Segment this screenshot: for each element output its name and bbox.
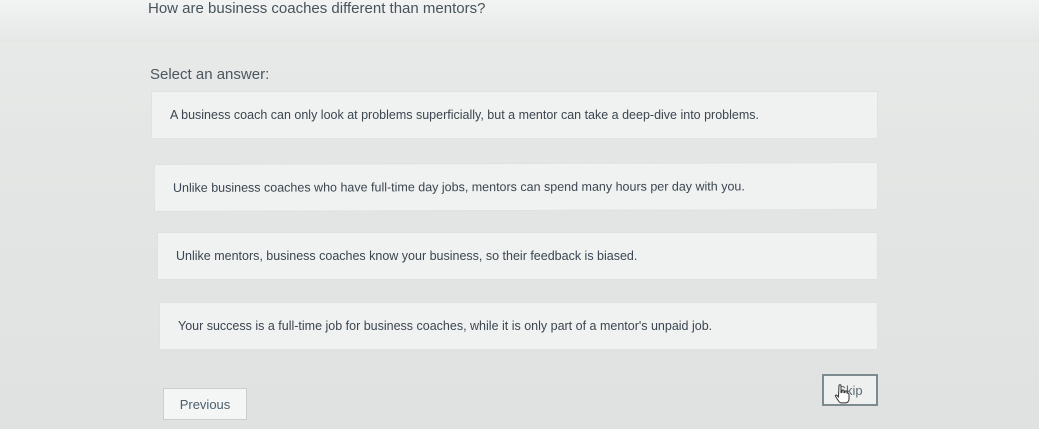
answer-option-label: Unlike business coaches who have full-ti…	[173, 179, 745, 195]
question-text: How are business coaches different than …	[148, 0, 486, 17]
previous-button[interactable]: Previous	[163, 388, 247, 420]
answer-option-3[interactable]: Unlike mentors, business coaches know yo…	[158, 233, 877, 279]
answer-option-4[interactable]: Your success is a full-time job for busi…	[160, 303, 877, 349]
answer-option-label: A business coach can only look at proble…	[170, 108, 759, 122]
skip-button[interactable]: Skip	[822, 374, 878, 406]
answer-option-label: Your success is a full-time job for busi…	[178, 319, 713, 333]
select-answer-label: Select an answer:	[150, 66, 270, 83]
answer-option-label: Unlike mentors, business coaches know yo…	[176, 249, 638, 263]
answer-option-2[interactable]: Unlike business coaches who have full-ti…	[155, 163, 877, 211]
answer-option-1[interactable]: A business coach can only look at proble…	[152, 92, 877, 138]
